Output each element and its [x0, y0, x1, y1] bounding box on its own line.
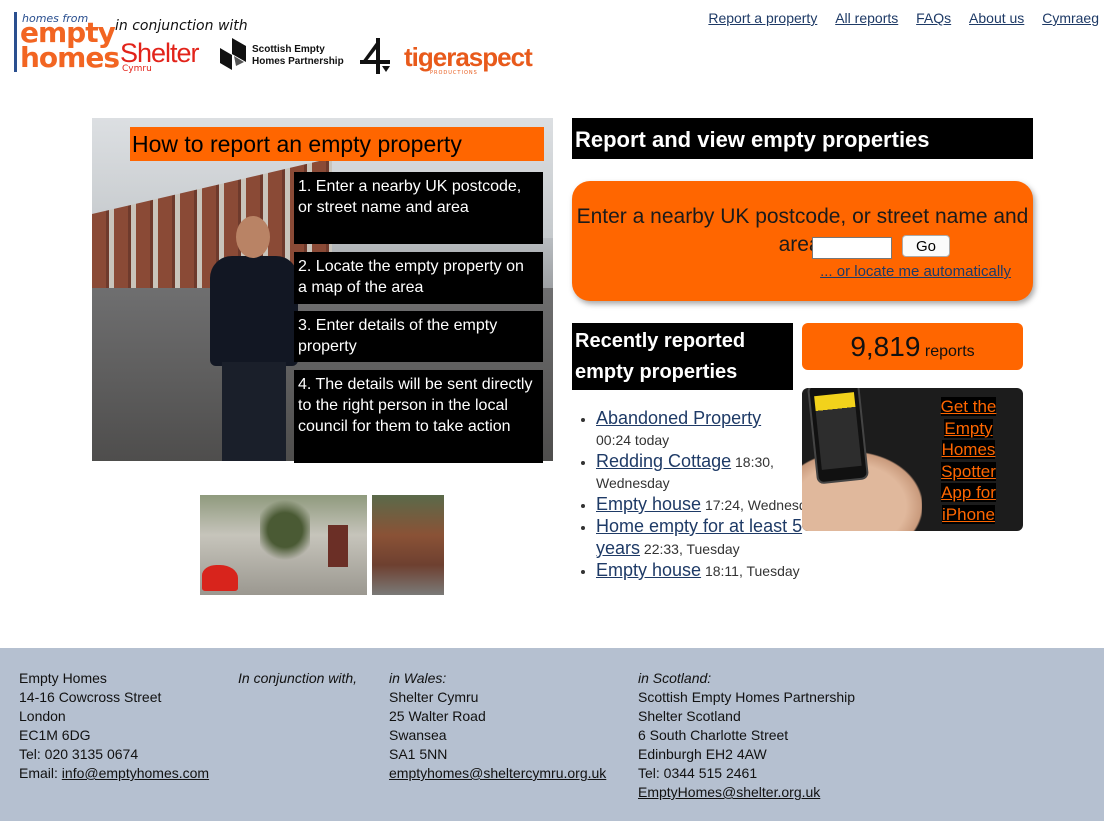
nav-about-us[interactable]: About us [969, 10, 1024, 26]
shelter-cymru-sub: Cymru [122, 64, 152, 74]
step-1: 1. Enter a nearby UK postcode, or street… [294, 172, 543, 244]
presenter-head [236, 216, 270, 258]
footer-line: Swansea [389, 727, 447, 743]
tiger-aspect-logo: tigeraspect [404, 42, 533, 72]
top-nav: Report a property All reports FAQs About… [694, 10, 1099, 26]
logo-bar [14, 12, 17, 72]
sehp-line-2: Homes Partnership [252, 56, 344, 67]
report-time: 00:24 today [596, 432, 670, 448]
recent-reports-list: Abandoned Property 00:24 today Redding Co… [572, 408, 826, 582]
footer-empty-homes: Empty Homes 14-16 Cowcross Street London… [19, 669, 209, 783]
footer-wales-email-link[interactable]: emptyhomes@sheltercymru.org.uk [389, 765, 606, 781]
footer-line: 14-16 Cowcross Street [19, 689, 162, 705]
report-link[interactable]: Redding Cottage [596, 451, 731, 471]
footer-wales: in Wales: Shelter Cymru 25 Walter Road S… [389, 669, 606, 783]
list-item: Redding Cottage 18:30, Wednesday [596, 451, 826, 494]
list-item: Empty house 18:11, Tuesday [596, 560, 826, 582]
report-time: 18:11, Tuesday [704, 563, 800, 579]
recent-reports-title: Recently reported empty properties [572, 323, 793, 390]
footer-line: EC1M 6DG [19, 727, 91, 743]
report-count-number: 9,819 [850, 331, 921, 362]
channel4-logo-icon [360, 38, 390, 74]
iphone-app-promo[interactable]: Get the Empty Homes Spotter App for iPho… [802, 388, 1023, 531]
footer-line: Shelter Scotland [638, 708, 741, 724]
footer-line: Tel: 020 3135 0674 [19, 746, 139, 762]
footer-line: Empty Homes [19, 670, 107, 686]
footer-email-line: Email: info@emptyhomes.com [19, 764, 209, 783]
report-count-badge: 9,819 reports [802, 323, 1023, 370]
property-thumbnail-1[interactable] [200, 495, 367, 595]
footer-line: Scottish Empty Homes Partnership [638, 689, 856, 705]
nav-faqs[interactable]: FAQs [916, 10, 951, 26]
step-2: 2. Locate the empty property on a map of… [294, 252, 543, 304]
empty-homes-logo[interactable]: homes from empty homes [14, 12, 120, 74]
nav-all-reports[interactable]: All reports [835, 10, 898, 26]
app-link-wrapper: Get the Empty Homes Spotter App for iPho… [932, 396, 1005, 525]
footer-line: Tel: 0344 515 2461 [638, 765, 758, 781]
report-link[interactable]: Empty house [596, 560, 701, 580]
tiger-aspect-sub: PRODUCTIONS [430, 70, 478, 76]
list-item: Home empty for at least 5 years 22:33, T… [596, 516, 826, 560]
footer-line: 6 South Charlotte Street [638, 727, 789, 743]
footer-scotland: in Scotland: Scottish Empty Homes Partne… [638, 669, 855, 802]
report-time: 22:33, Tuesday [643, 541, 740, 557]
report-count-label: reports [924, 343, 975, 360]
footer-scotland-title: in Scotland: [638, 670, 712, 686]
footer-line: London [19, 708, 66, 724]
footer-line: Edinburgh EH2 4AW [638, 746, 767, 762]
sehp-logo-icon [220, 38, 246, 70]
locate-me-link[interactable]: ... or locate me automatically [820, 263, 1011, 280]
report-link[interactable]: Abandoned Property [596, 408, 761, 428]
report-view-title: Report and view empty properties [572, 118, 1033, 159]
postcode-search-box: Enter a nearby UK postcode, or street na… [572, 181, 1033, 301]
go-button[interactable]: Go [902, 235, 950, 257]
nav-cymraeg[interactable]: Cymraeg [1042, 10, 1099, 26]
footer-conjunction-text: In conjunction with, [238, 670, 358, 686]
footer-line: 25 Walter Road [389, 708, 486, 724]
presenter-body [210, 256, 298, 366]
footer-email-link[interactable]: info@emptyhomes.com [62, 765, 209, 781]
footer-scotland-email-link[interactable]: EmptyHomes@shelter.org.uk [638, 784, 820, 800]
footer-conjunction: In conjunction with, [238, 669, 357, 688]
footer-line: Shelter Cymru [389, 689, 479, 705]
conjunction-label: in conjunction with [115, 18, 248, 34]
phone-screen [814, 392, 862, 470]
step-3: 3. Enter details of the empty property [294, 311, 543, 362]
thumb-door [328, 525, 348, 567]
thumb-tree [260, 495, 310, 565]
phone-image [806, 388, 870, 485]
list-item: Empty house 17:24, Wednesday [596, 494, 826, 516]
iphone-app-link[interactable]: Get the Empty Homes Spotter App for iPho… [940, 397, 997, 524]
postcode-input[interactable] [812, 237, 892, 259]
nav-report-property[interactable]: Report a property [708, 10, 817, 26]
presenter-legs [222, 362, 286, 461]
sehp-line-1: Scottish Empty [252, 44, 325, 55]
footer: Empty Homes 14-16 Cowcross Street London… [0, 648, 1104, 821]
step-4: 4. The details will be sent directly to … [294, 370, 543, 463]
how-to-title: How to report an empty property [130, 127, 544, 161]
list-item: Abandoned Property 00:24 today [596, 408, 826, 451]
thumb-red-bag [202, 565, 238, 591]
property-thumbnail-2[interactable] [372, 495, 444, 595]
report-link[interactable]: Empty house [596, 494, 701, 514]
footer-wales-title: in Wales: [389, 670, 447, 686]
logo-line-2: homes [20, 41, 120, 74]
sehp-logo-text: Scottish Empty Homes Partnership [252, 44, 344, 68]
footer-email-prefix: Email: [19, 765, 62, 781]
footer-line: SA1 5NN [389, 746, 448, 762]
postcode-prompt: Enter a nearby UK postcode, or street na… [576, 205, 1029, 256]
